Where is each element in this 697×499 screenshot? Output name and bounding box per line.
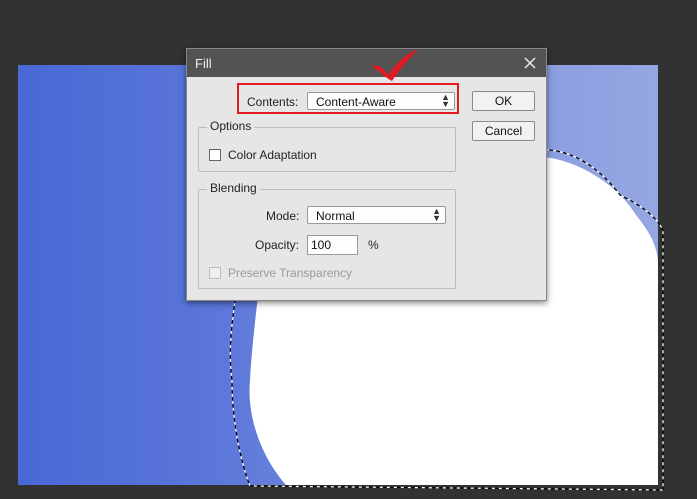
blending-group-label: Blending [207, 181, 260, 195]
opacity-label: Opacity: [255, 238, 300, 252]
cancel-button[interactable]: Cancel [472, 121, 535, 141]
close-button[interactable] [520, 53, 540, 73]
preserve-transparency-checkbox[interactable] [209, 267, 221, 279]
options-group-label: Options [207, 119, 255, 133]
opacity-unit: % [368, 238, 379, 252]
color-adaptation-label: Color Adaptation [228, 148, 317, 162]
checkmark-icon [372, 49, 418, 81]
mode-label: Mode: [266, 209, 300, 223]
opacity-value: 100 [311, 238, 332, 252]
mode-select[interactable]: Normal ▲ ▼ [307, 206, 446, 224]
updown-arrows-icon: ▲ ▼ [432, 206, 441, 223]
blending-group: Blending Mode: Normal ▲ ▼ Opacity: 100 % … [198, 181, 456, 289]
dialog-title-bar[interactable]: Fill [187, 49, 546, 77]
ok-button[interactable]: OK [472, 91, 535, 111]
options-group: Options Color Adaptation [198, 119, 456, 172]
dialog-title: Fill [195, 56, 212, 71]
mode-value: Normal [316, 209, 355, 223]
preserve-transparency-label: Preserve Transparency [228, 266, 353, 280]
color-adaptation-checkbox[interactable] [209, 149, 221, 161]
opacity-input[interactable]: 100 [307, 235, 358, 255]
close-icon [524, 57, 536, 69]
annotation-highlight-box [237, 83, 459, 114]
